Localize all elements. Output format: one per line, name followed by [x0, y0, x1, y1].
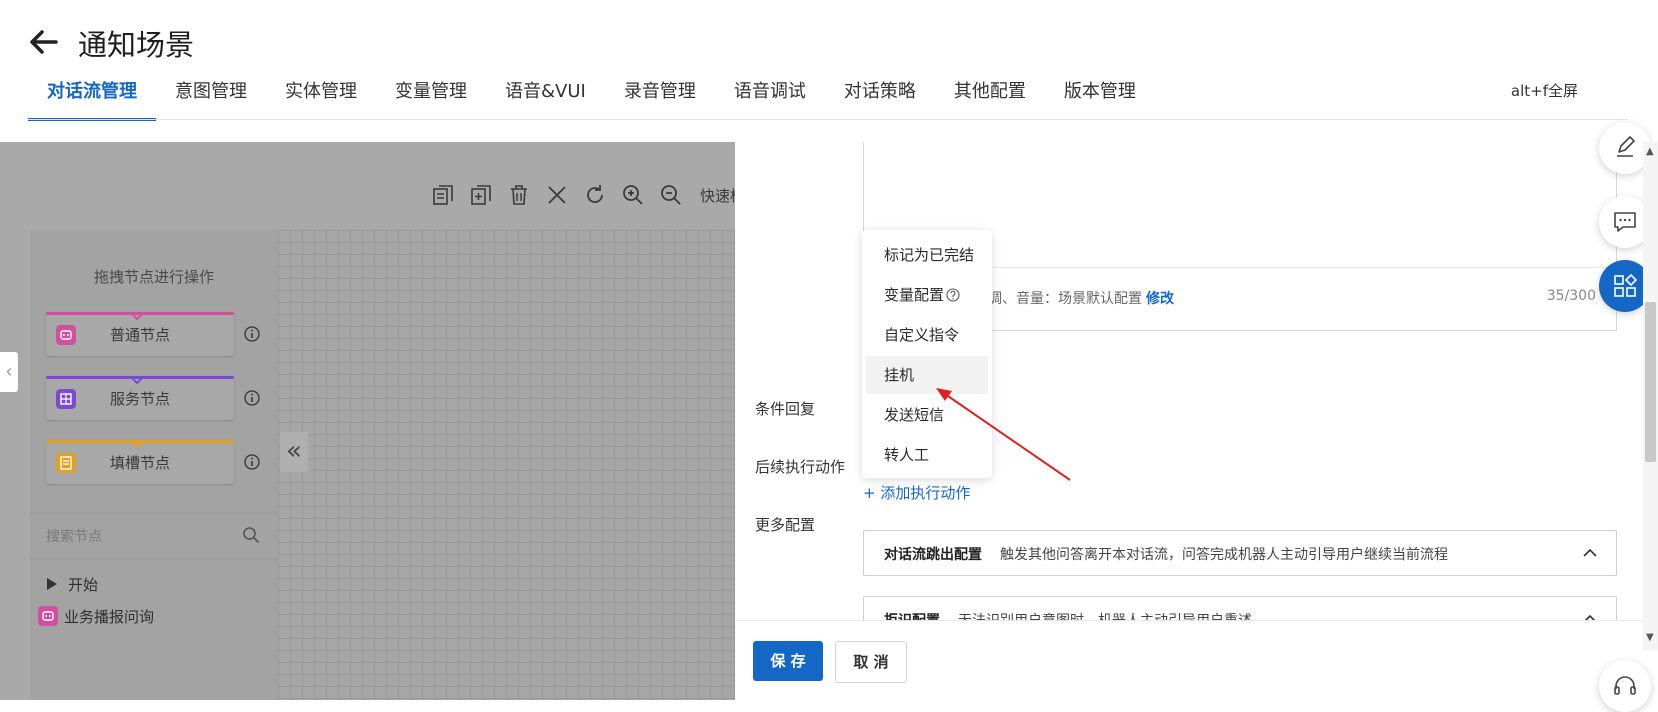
info-icon[interactable] [244, 326, 260, 342]
tab-variable[interactable]: 变量管理 [376, 70, 486, 118]
tab-other-config[interactable]: 其他配置 [935, 70, 1045, 118]
node-search-input[interactable]: 搜索节点 [46, 526, 102, 546]
scroll-thumb[interactable] [1645, 302, 1656, 462]
tree-item-label: 业务播报问询 [64, 608, 155, 626]
menu-item-label: 变量配置 [884, 286, 945, 304]
node-label: 普通节点 [109, 326, 170, 344]
voice-edit-link[interactable]: 修改 [1146, 291, 1174, 307]
scroll-down-arrow-icon[interactable]: ▼ [1646, 632, 1654, 643]
scroll-up-arrow-icon[interactable]: ▲ [1646, 146, 1654, 157]
chevron-up-icon[interactable] [1582, 545, 1598, 561]
fullscreen-hint: alt+f全屏 [1510, 82, 1578, 100]
node-notch [130, 312, 144, 320]
tab-voice-vui[interactable]: 语音&VUI [486, 70, 605, 118]
card-desc: 触发其他问答离开本对话流，问答完成机器人主动引导用户继续当前流程 [1000, 547, 1448, 563]
node-search[interactable]: 搜索节点 [30, 513, 278, 559]
apps-grid-icon [1614, 273, 1638, 297]
tab-intent[interactable]: 意图管理 [156, 70, 266, 118]
more-config-label: 更多配置 [755, 516, 816, 534]
info-icon[interactable] [244, 390, 260, 406]
quick-frame-label[interactable]: 快速框 [700, 185, 735, 206]
node-notch [130, 440, 144, 448]
zoom-out-icon[interactable] [658, 182, 684, 208]
flow-canvas-grid[interactable] [278, 230, 735, 700]
page-title: 通知场景 [78, 28, 195, 62]
card-title: 对话流跳出配置 [884, 547, 982, 563]
cancel-button[interactable]: 取 消 [835, 641, 907, 683]
menu-item-hang-up[interactable]: 挂机 [866, 356, 988, 394]
add-action-link[interactable]: + 添加执行动作 [863, 482, 970, 503]
close-icon[interactable] [544, 182, 570, 208]
action-dropdown-menu: 标记为已完结 变量配置 自定义指令 挂机 发送短信 转人工 [862, 230, 992, 478]
conditional-reply-label: 条件回复 [755, 400, 816, 418]
back-arrow-icon[interactable] [26, 24, 62, 60]
palette-hint: 拖拽节点进行操作 [93, 268, 214, 286]
dialog-exit-config-card[interactable]: 对话流跳出配置 触发其他问答离开本对话流，问答完成机器人主动引导用户继续当前流程 [863, 530, 1617, 576]
robot-icon [38, 606, 58, 626]
canvas-toolbar: 快速框 [430, 182, 735, 208]
tab-entity[interactable]: 实体管理 [266, 70, 376, 118]
menu-item-variable-config[interactable]: 变量配置 [866, 276, 988, 314]
save-button[interactable]: 保 存 [753, 641, 823, 681]
followup-action-label: 后续执行动作 [755, 458, 846, 476]
menu-item-send-sms[interactable]: 发送短信 [866, 396, 988, 434]
trash-icon[interactable] [506, 182, 532, 208]
drawer-scrollbar[interactable]: ▲ ▼ [1643, 142, 1658, 650]
main-tabs: 对话流管理 意图管理 实体管理 变量管理 语音&VUI 录音管理 语音调试 对话… [28, 70, 1155, 121]
chat-icon [1614, 212, 1636, 232]
tree-start-label: 开始 [68, 576, 99, 594]
tab-voice-debug[interactable]: 语音调试 [715, 70, 825, 118]
caret-right-icon [47, 578, 57, 590]
menu-item-mark-complete[interactable]: 标记为已完结 [866, 236, 988, 274]
refresh-icon[interactable] [582, 182, 608, 208]
flow-canvas-area: 快速框 拖拽节点进行操作 普通节点 服务节点 填槽节点 搜索节点 [0, 142, 735, 700]
node-notch [130, 376, 144, 384]
node-palette: 拖拽节点进行操作 普通节点 服务节点 填槽节点 搜索节点 开始 业务播报问询 [30, 230, 278, 700]
node-card-service[interactable]: 服务节点 [46, 376, 234, 420]
node-label: 服务节点 [109, 390, 170, 408]
add-node-icon[interactable] [468, 182, 494, 208]
tab-recording[interactable]: 录音管理 [605, 70, 715, 118]
page-header: 通知场景 对话流管理 意图管理 实体管理 变量管理 语音&VUI 录音管理 语音… [0, 0, 1658, 142]
node-card-slot[interactable]: 填槽节点 [46, 440, 234, 484]
tab-dialog-strategy[interactable]: 对话策略 [825, 70, 935, 118]
help-icon[interactable] [946, 288, 960, 302]
node-card-normal[interactable]: 普通节点 [46, 312, 234, 356]
tab-version[interactable]: 版本管理 [1045, 70, 1155, 118]
info-icon[interactable] [244, 454, 260, 470]
tree-item-start[interactable]: 开始 [46, 574, 98, 595]
headset-icon [1614, 676, 1636, 695]
search-icon[interactable] [242, 526, 260, 544]
pencil-icon [1617, 136, 1635, 157]
expand-left-handle[interactable]: ‹ [0, 352, 18, 392]
drawer-footer: 保 存 取 消 [735, 620, 1658, 701]
voice-settings-text: 音调、音量：场景默认配置 修改 [974, 288, 1174, 308]
header-divider [28, 119, 1628, 120]
copy-icon[interactable] [430, 182, 456, 208]
char-count: 35/300 [1546, 288, 1596, 304]
zoom-in-icon[interactable] [620, 182, 646, 208]
menu-item-custom-command[interactable]: 自定义指令 [866, 316, 988, 354]
menu-item-transfer-agent[interactable]: 转人工 [866, 436, 988, 474]
collapse-panel-button[interactable]: « [280, 432, 308, 472]
tab-dialog-flow[interactable]: 对话流管理 [28, 70, 156, 121]
support-float-button[interactable] [1599, 660, 1651, 712]
voice-settings-value: 音调、音量：场景默认配置 [974, 291, 1142, 307]
tree-item-broadcast[interactable]: 业务播报问询 [38, 606, 154, 627]
node-label: 填槽节点 [109, 454, 170, 472]
